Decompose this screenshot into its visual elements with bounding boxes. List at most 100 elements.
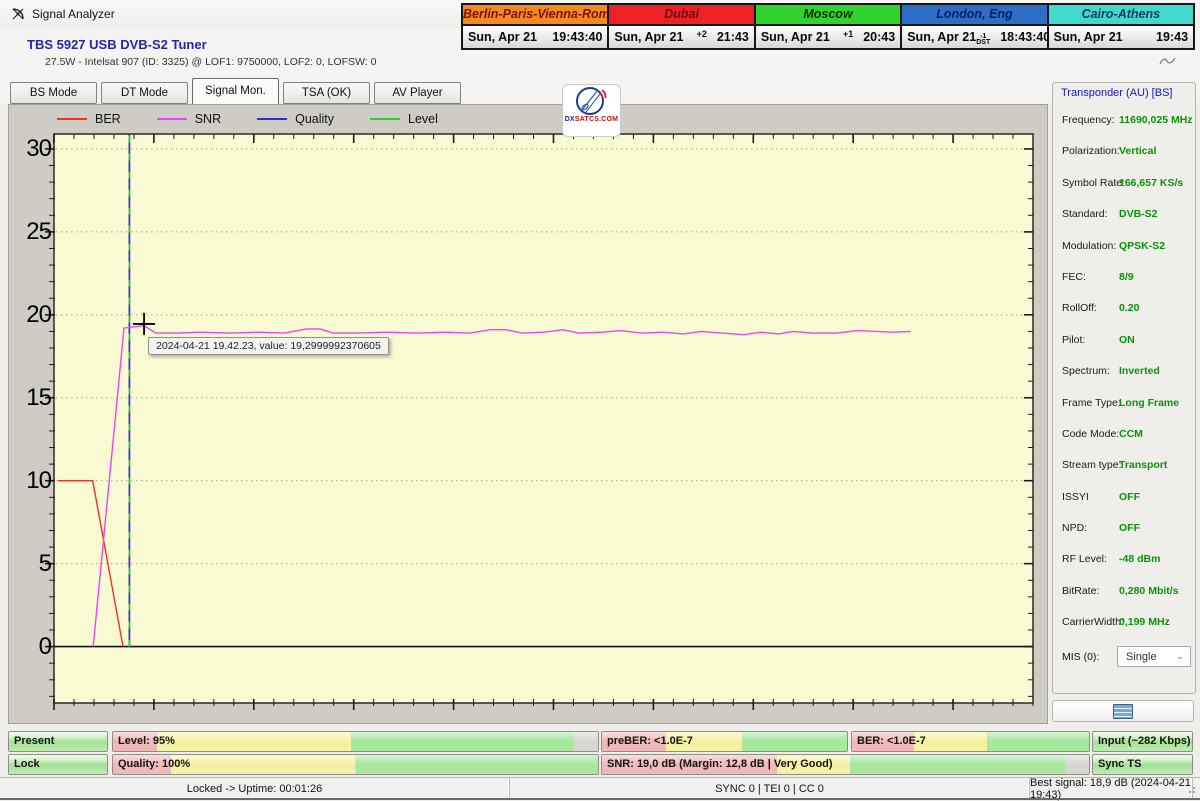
transponder-row-value: DVB-S2 [1119,208,1158,221]
chevron-down-icon: ⌄ [1175,651,1184,662]
gauge-label: Quality: 100% [118,758,191,770]
legend-label: Quality [295,112,335,126]
gauge-label: Sync TS [1098,758,1142,770]
legend-item-ber: BER [57,112,121,126]
transponder-row-label: BitRate: [1062,584,1100,597]
transponder-row: Code Mode: CCM [1053,419,1195,450]
transponder-title: Transponder (AU) [BS] [1061,87,1173,99]
clock-city-label: Cairo-Athens [1048,5,1194,26]
window-title: Signal Analyzer [32,7,115,21]
transponder-row-value: 0.20 [1119,302,1140,315]
clock-time-row: Sun, Apr 21 19:43 [1048,26,1194,48]
transponder-row: Frame Type: Long Frame [1053,388,1195,419]
clock-cell: Dubai Sun, Apr 21 +2 21:43 [609,5,756,48]
status-section: Locked -> Uptime: 00:01:26 [0,778,510,799]
transponder-row-label: Standard: [1062,208,1108,221]
clock-cell: Berlin-Paris-Vienna-Roma Sun, Apr 21 19:43… [463,5,610,48]
transponder-row: Polarization: Vertical [1053,136,1195,167]
legend-item-level: Level [370,112,438,126]
tab-bs-mode[interactable]: BS Mode [10,82,97,104]
clock-city-label: Berlin-Paris-Vienna-Roma [463,5,608,26]
clock-time-row: Sun, Apr 21 -1 DST 18:43:40 [902,26,1050,48]
legend-swatch [257,118,288,120]
transponder-row: NPD: OFF [1053,513,1195,544]
chart-plot[interactable] [9,105,1047,723]
legend-swatch [156,118,187,120]
clock-cell: London, Eng Sun, Apr 21 -1 DST 18:43:40 [902,5,1050,48]
snapshot-button[interactable] [1052,700,1194,722]
status-section: Best signal: 18,9 dB (2024-04-21 19:43) [1030,777,1193,801]
status-bar: Locked -> Uptime: 00:01:26 SYNC 0 | TEI 0… [0,777,1200,801]
transponder-row-value: Inverted [1119,365,1160,378]
y-tick-label: 5 [38,549,52,577]
satellite-dish-icon [10,6,26,22]
gauge-label: SNR: 19,0 dB (Margin: 12,8 dB | Very Goo… [607,758,833,770]
clock-time-row: Sun, Apr 21 19:43:40 [463,26,608,48]
legend-swatch [370,118,401,120]
tab-av-player[interactable]: AV Player [374,82,461,104]
clock-city-label: Dubai [609,5,754,26]
clock-cell: Moscow Sun, Apr 21 +1 20:43 [755,5,903,48]
clock-time: 20:43 [863,30,896,44]
tab-tsa-ok-[interactable]: TSA (OK) [283,82,370,104]
transponder-row-label: NPD: [1062,522,1088,535]
clock-utc-offset: +2 [696,29,707,39]
clock-date: Sun, Apr 21 [1053,30,1123,44]
transponder-row-label: Code Mode: [1062,427,1120,440]
resize-grip[interactable] [1188,786,1196,794]
gauge-label: Level: 95% [118,735,175,747]
clock-time: 19:43:40 [552,30,603,44]
legend-label: BER [95,112,121,126]
status-box-sync-ts: Sync TS [1092,754,1193,775]
transponder-row-value: Transport [1119,459,1168,472]
transponder-row-value: 11690,025 MHz [1119,114,1193,126]
y-tick-label: 10 [26,466,52,494]
status-box-lock: Lock [8,754,108,775]
y-tick-label: 0 [38,632,52,660]
mis-row: MIS (0): Single ⌄ [1053,643,1195,673]
transponder-rows: Frequency: 11690,025 MHz Polarization: Vert… [1053,105,1195,639]
transponder-row-value: CCM [1119,427,1143,440]
transponder-row: CarrierWidth: 0,199 MHz [1053,607,1195,638]
dxsatcs-logo-graphic [575,87,606,115]
transponder-row-label: Pilot: [1062,333,1086,346]
decorative-signature-icon [1158,53,1178,71]
gauge-label: BER: <1.0E-7 [857,735,926,747]
transponder-row: Stream type: Transport [1053,450,1195,481]
status-section: SYNC 0 | TEI 0 | CC 0 [510,778,1030,799]
transponder-row-label: Frame Type: [1062,396,1121,409]
clock-city-label: Moscow [755,5,901,26]
transponder-row: ISSYI OFF [1053,482,1195,513]
legend-swatch [57,118,87,120]
tab-dt-mode[interactable]: DT Mode [101,82,188,104]
transponder-row: Pilot: ON [1053,325,1195,356]
status-box-present: Present [8,731,108,752]
transponder-row: FEC: 8/9 [1053,262,1195,293]
transponder-row-value: Long Frame [1119,396,1180,409]
clock-time: 21:43 [716,30,749,44]
clock-time-row: Sun, Apr 21 +2 21:43 [609,26,754,48]
transponder-row: Spectrum: Inverted [1053,356,1195,387]
transponder-row-value: OFF [1119,522,1140,535]
y-tick-label: 25 [26,217,52,245]
mode-tabs: BS Mode DT Mode Signal Mon. TSA (OK) AV Play… [10,78,461,105]
clock-date: Sun, Apr 21 [907,30,977,44]
legend-label: SNR [194,112,222,126]
tab-signal-mon-[interactable]: Signal Mon. [192,78,279,105]
mis-select[interactable]: Single ⌄ [1117,646,1191,667]
status-box-input-282-kbps-: Input (~282 Kbps) [1092,731,1193,752]
legend-item-snr: SNR [156,112,222,126]
gauge-label: Present [14,735,55,747]
mis-selected-value: Single [1126,650,1157,663]
transponder-row-value: Vertical [1119,145,1157,158]
transponder-row-label: Modulation: [1062,239,1117,252]
world-clocks: Berlin-Paris-Vienna-Roma Sun, Apr 21 19:43… [461,3,1195,50]
y-tick-label: 30 [26,134,52,162]
transponder-row: RollOff: 0.20 [1053,293,1195,324]
transponder-row: RF Level: -48 dBm [1053,544,1195,575]
mis-label: MIS (0): [1062,651,1100,663]
transponder-row-value: OFF [1119,490,1140,503]
y-tick-label: 20 [26,300,52,328]
transponder-row-label: Symbol Rate: [1062,176,1126,189]
transponder-row-value: ON [1119,333,1135,346]
